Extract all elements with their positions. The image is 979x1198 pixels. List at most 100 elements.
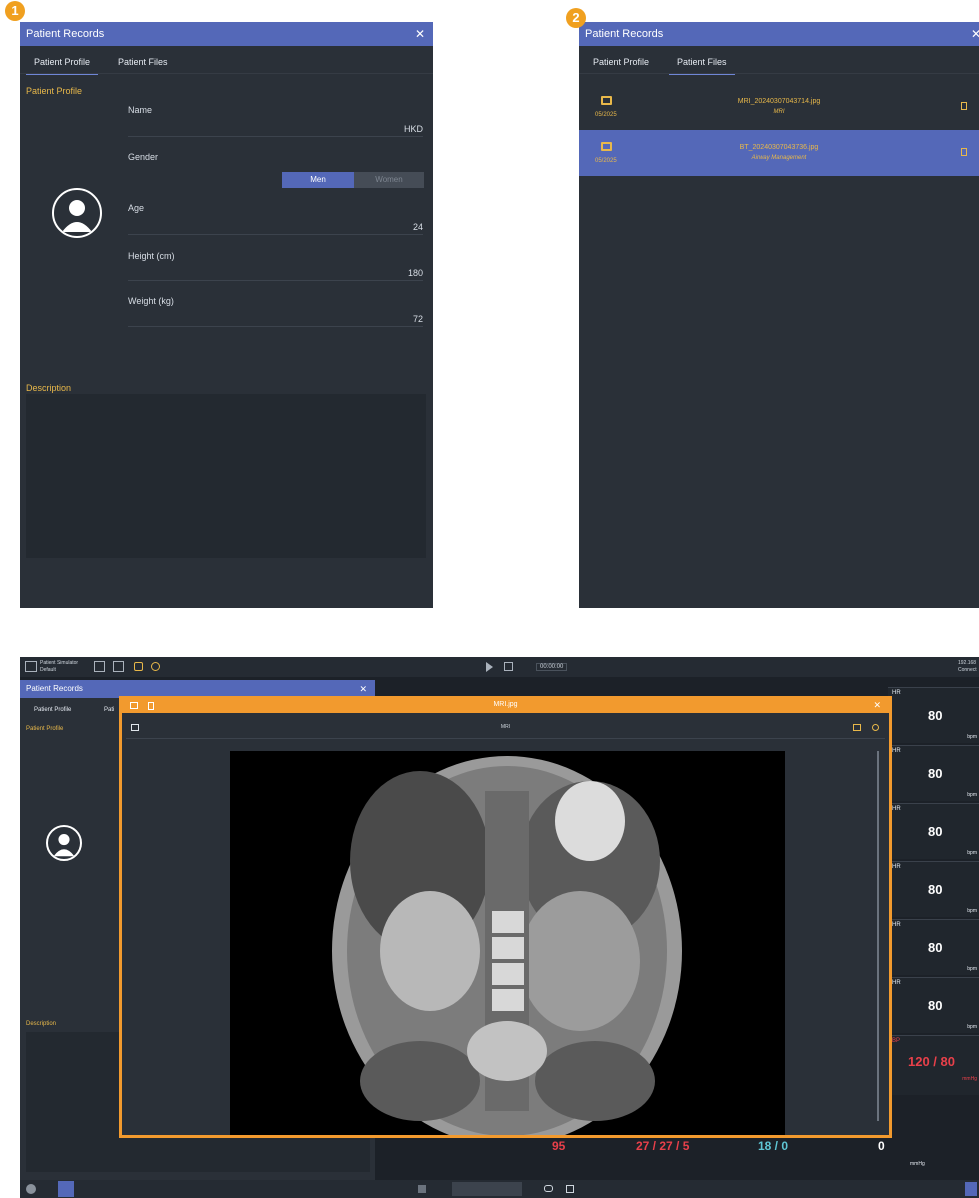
weight-value[interactable]: 72 xyxy=(413,314,423,324)
unit-label: mmHg xyxy=(910,1161,925,1167)
vital-unit: bpm xyxy=(967,1024,977,1030)
file-sub: Airway Management xyxy=(751,155,807,161)
height-label: Height (cm) xyxy=(128,251,175,261)
search-input[interactable] xyxy=(452,1182,522,1196)
panel-title: Patient Records xyxy=(26,684,83,693)
tab-patient-profile[interactable]: Patient Profile xyxy=(593,57,649,67)
file-date: 05/2025 xyxy=(595,158,617,164)
vital-box[interactable]: HR 80 bpm xyxy=(888,803,979,859)
alarm-icon[interactable] xyxy=(151,662,160,671)
file-date: 05/2025 xyxy=(595,112,617,118)
file-row-bt[interactable]: 05/2025 BT_20240307043736.jpg Airway Man… xyxy=(579,130,979,176)
top-toolbar: Patient Simulator Default 00:00:00 192.1… xyxy=(20,657,979,677)
panel-title: Patient Records xyxy=(26,28,105,40)
vital-box[interactable]: HR 80 bpm xyxy=(888,977,979,1033)
time-display: 00:00:00 xyxy=(536,663,568,671)
name-value[interactable]: HKD xyxy=(404,124,423,134)
step-marker-2: 2 xyxy=(566,8,586,28)
document-icon[interactable] xyxy=(961,148,967,156)
viewer-title: MRI.jpg xyxy=(493,701,518,708)
file-row-mri[interactable]: 05/2025 MRI_20240307043714.jpg MRI xyxy=(579,84,979,130)
vital-box[interactable]: HR 80 bpm xyxy=(888,861,979,917)
sound-icon[interactable] xyxy=(134,662,143,671)
vital-unit: bpm xyxy=(967,908,977,914)
description-label: Description xyxy=(26,1021,57,1027)
print-icon[interactable] xyxy=(566,1185,574,1193)
close-icon[interactable]: ✕ xyxy=(415,22,425,46)
gender-label: Gender xyxy=(128,152,159,162)
stop-icon[interactable] xyxy=(504,662,513,671)
ip-address: 192.168 xyxy=(958,660,977,666)
document-icon[interactable] xyxy=(961,102,967,110)
tab-patient-files[interactable]: Patient Files xyxy=(669,57,734,75)
close-icon[interactable]: ✕ xyxy=(971,22,979,46)
weight-label: Weight (kg) xyxy=(128,296,174,306)
patient-records-panel-files: Patient Records ✕ Patient Profile Patien… xyxy=(579,22,979,608)
bp-label: BP xyxy=(892,1038,901,1044)
monitor-icon xyxy=(601,96,612,105)
play-icon[interactable] xyxy=(486,662,493,672)
description-label: Description xyxy=(26,383,72,393)
vital-label: HR xyxy=(892,980,901,986)
vital-value: 80 xyxy=(928,940,943,955)
vital-box[interactable]: HR 80 bpm xyxy=(888,687,979,743)
vital-value: 80 xyxy=(928,766,943,781)
rotate-icon[interactable] xyxy=(872,724,879,731)
file-name: BT_20240307043736.jpg xyxy=(739,144,819,151)
scrollbar[interactable] xyxy=(877,751,879,1121)
bp-box[interactable]: BP 120 / 80 mmHg xyxy=(888,1035,979,1095)
mri-image xyxy=(230,751,785,1135)
vital-value: 80 xyxy=(928,998,943,1013)
panel-title: Patient Records xyxy=(585,28,664,40)
record-icon[interactable] xyxy=(418,1185,426,1193)
device-name: Patient Simulator xyxy=(40,660,79,666)
viewer-inner-label: MRI xyxy=(500,724,511,730)
panel-titlebar: Patient Records ✕ xyxy=(20,22,433,46)
device-icon[interactable] xyxy=(25,661,37,672)
close-icon[interactable]: ✕ xyxy=(873,700,881,711)
bp-unit: mmHg xyxy=(962,1076,977,1082)
patient-monitor: Patient Simulator Default 00:00:00 192.1… xyxy=(20,657,979,1198)
monitor-icon xyxy=(601,142,612,151)
binoculars-icon[interactable] xyxy=(544,1185,553,1192)
gender-option-women[interactable]: Women xyxy=(354,172,424,188)
vital-value: 80 xyxy=(928,882,943,897)
layout-icon[interactable] xyxy=(94,661,105,672)
vital-box[interactable]: HR 80 bpm xyxy=(888,745,979,801)
bp-value: 120 / 80 xyxy=(908,1054,955,1069)
vital-label: HR xyxy=(892,922,901,928)
viewer-header: MRI xyxy=(126,719,885,739)
tab-patient-profile[interactable]: Patient Profile xyxy=(34,707,71,713)
tab-patient-files[interactable]: Pati xyxy=(104,707,114,713)
age-value[interactable]: 24 xyxy=(413,222,423,232)
value-3: 18 / 0 xyxy=(758,1139,789,1153)
image-viewer-dialog: MRI.jpg ✕ MRI xyxy=(119,696,892,1138)
height-value[interactable]: 180 xyxy=(408,268,423,278)
step-marker-1: 1 xyxy=(5,1,25,21)
vital-unit: bpm xyxy=(967,734,977,740)
vital-unit: bpm xyxy=(967,792,977,798)
vital-unit: bpm xyxy=(967,850,977,856)
fit-icon[interactable] xyxy=(853,724,861,731)
name-label: Name xyxy=(128,105,153,115)
tab-patient-profile[interactable]: Patient Profile xyxy=(25,57,99,75)
value-4: 0 xyxy=(878,1139,885,1153)
grid-icon[interactable] xyxy=(113,661,124,672)
avatar xyxy=(46,825,82,861)
gender-option-men[interactable]: Men xyxy=(282,172,354,188)
menu-button[interactable] xyxy=(965,1182,977,1196)
description-field[interactable] xyxy=(26,394,426,558)
vital-label: HR xyxy=(892,690,901,696)
vital-label: HR xyxy=(892,806,901,812)
section-title-profile: Patient Profile xyxy=(26,86,83,96)
section-title-profile: Patient Profile xyxy=(26,726,64,732)
vital-label: HR xyxy=(892,864,901,870)
user-icon[interactable] xyxy=(58,1181,74,1197)
value-2: 27 / 27 / 5 xyxy=(636,1139,690,1153)
settings-icon[interactable] xyxy=(26,1184,36,1194)
file-sub: MRI xyxy=(773,109,785,115)
tab-patient-files[interactable]: Patient Files xyxy=(118,57,168,67)
viewer-titlebar: MRI.jpg ✕ xyxy=(122,699,889,713)
vital-box[interactable]: HR 80 bpm xyxy=(888,919,979,975)
age-label: Age xyxy=(128,203,145,213)
